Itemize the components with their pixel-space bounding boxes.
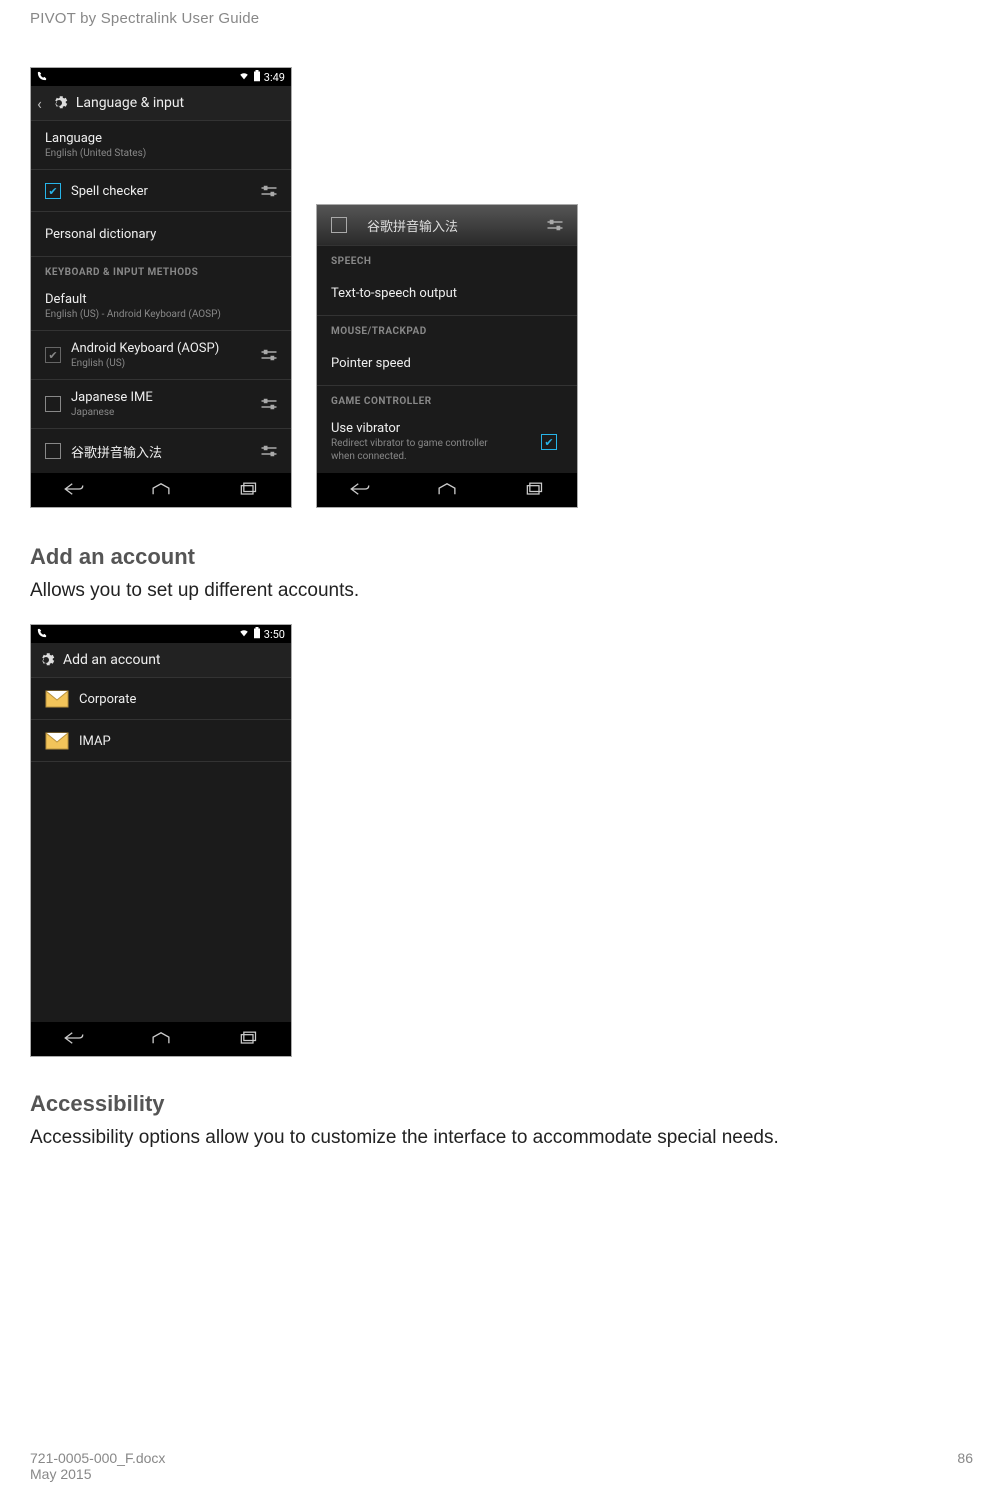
row-default-keyboard[interactable]: Default English (US) - Android Keyboard …: [31, 282, 291, 331]
text-add-account: Allows you to set up different accounts.: [30, 580, 973, 602]
screenshot-row-1: 3:49 ‹ Language & input Language English…: [30, 67, 973, 508]
footer-date: May 2015: [30, 1466, 165, 1482]
sliders-icon[interactable]: [257, 183, 281, 199]
row-title: Pointer speed: [331, 356, 411, 371]
row-title: Default: [45, 292, 221, 307]
clock-text: 3:49: [264, 71, 285, 84]
document-header: PIVOT by Spectralink User Guide: [30, 10, 973, 27]
sliders-icon[interactable]: [257, 396, 281, 412]
row-title: Android Keyboard (AOSP): [71, 341, 219, 356]
recent-nav-icon[interactable]: [233, 1030, 263, 1049]
android-navbar: [31, 1022, 291, 1056]
row-subtitle: English (US) - Android Keyboard (AOSP): [45, 309, 221, 320]
screenshot-language-input-scrolled: 谷歌拼音输入法 SPEECH Text-to-speech output MOU…: [316, 204, 578, 508]
row-title: IMAP: [79, 734, 111, 749]
recent-nav-icon[interactable]: [233, 481, 263, 500]
call-icon: [37, 71, 47, 84]
section-game-header: GAME CONTROLLER: [317, 386, 577, 411]
checkbox-icon[interactable]: [331, 217, 347, 233]
screenshot-language-input: 3:49 ‹ Language & input Language English…: [30, 67, 292, 508]
row-subtitle: English (United States): [45, 148, 146, 159]
screen-title: Add an account: [63, 652, 161, 668]
battery-icon: [253, 627, 261, 642]
home-nav-icon[interactable]: [146, 481, 176, 500]
row-title: 谷歌拼音输入法: [367, 216, 458, 235]
row-subtitle: Redirect vibrator to game controller whe…: [331, 438, 511, 463]
sliders-icon[interactable]: [257, 347, 281, 363]
row-personal-dictionary[interactable]: Personal dictionary: [31, 212, 291, 257]
text-accessibility: Accessibility options allow you to custo…: [30, 1127, 973, 1149]
battery-icon: [253, 70, 261, 85]
row-google-pinyin[interactable]: 谷歌拼音输入法: [31, 429, 291, 473]
gear-icon: [37, 651, 55, 669]
back-nav-icon[interactable]: [59, 481, 89, 500]
wifi-icon: [238, 628, 250, 641]
status-bar: 3:49: [31, 68, 291, 86]
row-title: 谷歌拼音输入法: [71, 442, 162, 461]
row-android-keyboard[interactable]: Android Keyboard (AOSP) English (US): [31, 331, 291, 380]
back-nav-icon[interactable]: [59, 1030, 89, 1049]
gear-icon: [50, 94, 68, 112]
row-subtitle: Japanese: [71, 407, 153, 418]
row-title: Language: [45, 131, 146, 146]
row-account-imap[interactable]: IMAP: [31, 720, 291, 762]
call-icon: [37, 628, 47, 641]
android-navbar: [317, 473, 577, 507]
status-bar: 3:50: [31, 625, 291, 643]
section-mouse-header: MOUSE/TRACKPAD: [317, 316, 577, 341]
row-account-corporate[interactable]: Corporate: [31, 678, 291, 720]
row-language[interactable]: Language English (United States): [31, 121, 291, 170]
recent-nav-icon[interactable]: [519, 481, 549, 500]
mail-icon: [45, 690, 69, 708]
row-title: Spell checker: [71, 184, 148, 199]
page-footer: 721-0005-000_F.docx May 2015 86: [30, 1450, 973, 1482]
checkbox-icon[interactable]: [45, 347, 61, 363]
row-title: Text-to-speech output: [331, 286, 457, 301]
home-nav-icon[interactable]: [146, 1030, 176, 1049]
android-navbar: [31, 473, 291, 507]
heading-add-account: Add an account: [30, 544, 973, 570]
home-nav-icon[interactable]: [432, 481, 462, 500]
sliders-icon[interactable]: [543, 217, 567, 233]
sliders-icon[interactable]: [257, 443, 281, 459]
heading-accessibility: Accessibility: [30, 1091, 973, 1117]
row-tts[interactable]: Text-to-speech output: [317, 271, 577, 316]
section-keyboard-header: KEYBOARD & INPUT METHODS: [31, 257, 291, 282]
section-speech-header: SPEECH: [317, 246, 577, 271]
row-title: Japanese IME: [71, 390, 153, 405]
settings-header[interactable]: ‹ Language & input: [31, 86, 291, 121]
screen-title: Language & input: [76, 95, 184, 111]
clock-text: 3:50: [264, 628, 285, 641]
row-spell-checker[interactable]: Spell checker: [31, 170, 291, 212]
footer-filename: 721-0005-000_F.docx: [30, 1450, 165, 1466]
row-japanese-ime[interactable]: Japanese IME Japanese: [31, 380, 291, 429]
footer-page-number: 86: [957, 1450, 973, 1482]
wifi-icon: [238, 71, 250, 84]
screenshot-add-account: 3:50 Add an account Corporate: [30, 624, 292, 1057]
row-use-vibrator[interactable]: Use vibrator Redirect vibrator to game c…: [317, 411, 577, 473]
checkbox-icon[interactable]: [541, 434, 557, 450]
back-nav-icon[interactable]: [345, 481, 375, 500]
row-google-pinyin-faded[interactable]: 谷歌拼音输入法: [317, 205, 577, 246]
row-title: Personal dictionary: [45, 227, 156, 242]
checkbox-icon[interactable]: [45, 183, 61, 199]
row-title: Corporate: [79, 692, 136, 707]
row-subtitle: English (US): [71, 358, 219, 369]
settings-header[interactable]: Add an account: [31, 643, 291, 678]
row-title: Use vibrator: [331, 421, 511, 436]
checkbox-icon[interactable]: [45, 443, 61, 459]
row-pointer-speed[interactable]: Pointer speed: [317, 341, 577, 386]
mail-icon: [45, 732, 69, 750]
checkbox-icon[interactable]: [45, 396, 61, 412]
back-icon[interactable]: ‹: [37, 94, 42, 113]
